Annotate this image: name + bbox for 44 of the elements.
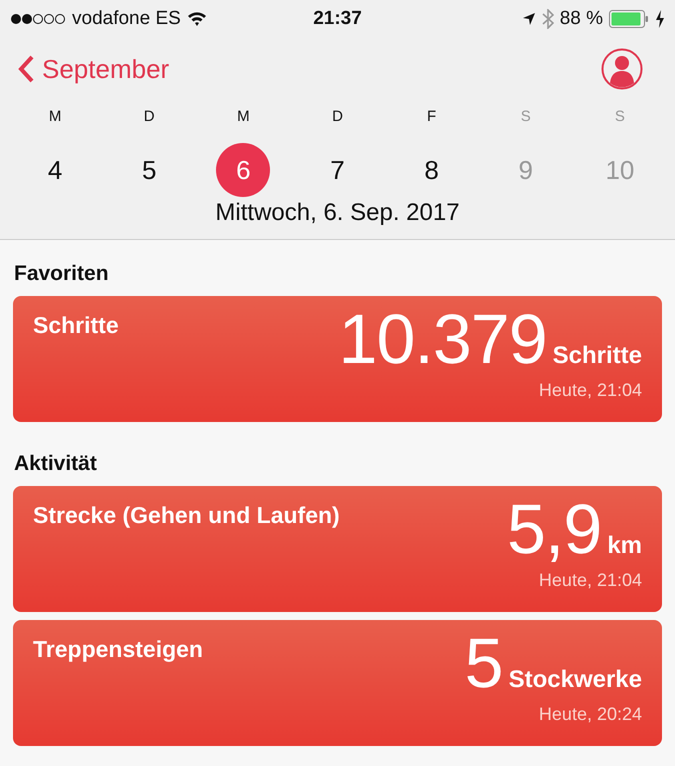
metric-time: Heute, 21:04: [538, 380, 642, 401]
selected-date: Mittwoch, 6. Sep. 2017: [215, 199, 460, 227]
metric-unit: Schritte: [552, 342, 642, 370]
weekday-label: D: [144, 108, 155, 125]
bluetooth-icon: [542, 9, 554, 29]
metric-card[interactable]: Strecke (Gehen und Laufen) 5,9 km Heute, 21:04: [13, 486, 662, 612]
weekday-label: S: [520, 108, 531, 125]
section-title: Favoriten: [14, 262, 109, 285]
weekday-label: M: [237, 108, 250, 125]
day-number[interactable]: 9: [498, 143, 553, 197]
day-number[interactable]: 10: [592, 143, 647, 197]
carrier-name: vodafone ES: [72, 8, 181, 30]
weekday-label: M: [48, 108, 62, 125]
profile-icon[interactable]: [601, 48, 643, 90]
weekday-label: F: [427, 108, 436, 125]
metric-title: Schritte: [33, 312, 119, 340]
back-button[interactable]: September: [18, 54, 170, 84]
weekday-label: D: [332, 108, 343, 125]
metric-title: Treppensteigen: [33, 636, 203, 664]
day-number[interactable]: 8: [404, 143, 459, 197]
metric-unit: km: [607, 532, 642, 560]
wifi-icon: [186, 11, 207, 27]
metric-time: Heute, 20:24: [538, 704, 642, 725]
charging-icon: [655, 10, 666, 28]
metric-title: Strecke (Gehen und Laufen): [33, 502, 340, 530]
signal-icon: [10, 13, 66, 25]
metric-value: 5,9: [507, 494, 602, 564]
day-number[interactable]: 6: [216, 143, 270, 197]
metric-unit: Stockwerke: [508, 666, 642, 694]
section-title: Aktivität: [14, 452, 97, 475]
day-number[interactable]: 7: [310, 143, 364, 197]
day-number[interactable]: 4: [28, 143, 82, 197]
metric-value: 5: [464, 628, 503, 698]
clock-time: 21:37: [313, 8, 362, 30]
chevron-left-icon: [18, 55, 34, 83]
weekday-label: S: [614, 108, 625, 125]
day-number[interactable]: 5: [122, 143, 176, 197]
metric-time: Heute, 21:04: [538, 570, 642, 591]
battery-percent: 88 %: [560, 8, 604, 30]
metric-card[interactable]: Schritte 10.379 Schritte Heute, 21:04: [13, 296, 662, 422]
metric-card[interactable]: Treppensteigen 5 Stockwerke Heute, 20:24: [13, 620, 662, 746]
metric-value: 10.379: [338, 304, 547, 374]
location-arrow-icon: [522, 12, 536, 26]
battery-icon: [609, 10, 650, 28]
